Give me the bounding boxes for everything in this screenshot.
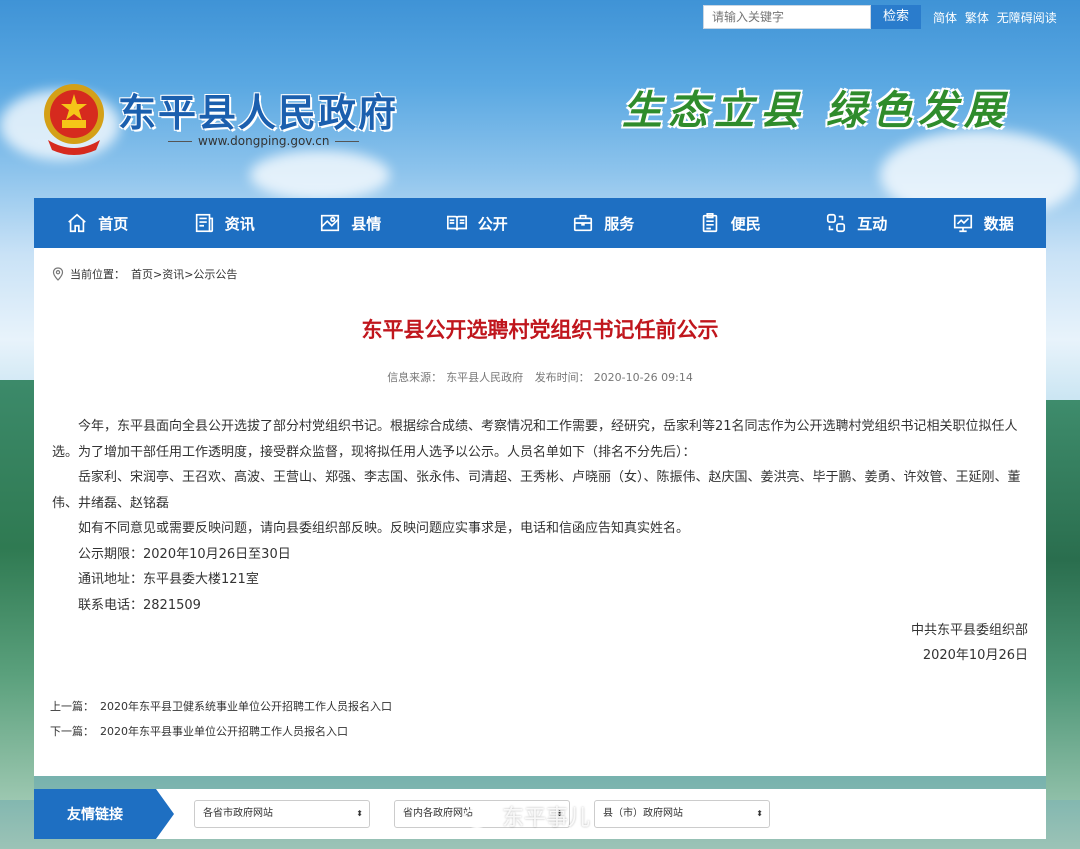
map-icon — [321, 214, 340, 232]
article-paragraph: 通讯地址：东平县委大楼121室 — [78, 572, 259, 587]
slogan: 生态立县 绿色发展 — [622, 87, 1010, 134]
province-sites-select[interactable]: 各省市政府网站 ⬍ — [194, 800, 370, 828]
nav-label: 数据 — [983, 214, 1014, 233]
sign-date: 2020年10月26日 — [922, 648, 1028, 663]
briefcase-icon — [574, 214, 593, 232]
breadcrumb-path[interactable]: 首页>资讯>公示公告 — [131, 266, 237, 282]
article-paragraph: 如有不同意见或需要反映问题，请向县委组织部反映。反映问题应实事求是，电话和信函应… — [78, 521, 690, 536]
nav-item-public[interactable]: 公开 — [414, 198, 541, 248]
site-title[interactable]: 东平县人民政府 — [118, 82, 398, 137]
county-sites-select[interactable]: 县（市）政府网站 ⬍ — [594, 800, 770, 828]
nav-label: 互动 — [857, 214, 888, 233]
nav-item-convenience[interactable]: 便民 — [667, 198, 794, 248]
nav-label: 服务 — [604, 214, 635, 233]
prev-label: 上一篇： — [50, 700, 94, 713]
select-value: 县（市）政府网站 — [603, 808, 683, 819]
article-signature: 中共东平县委组织部 2020年10月26日 — [911, 618, 1028, 668]
select-arrow-icon: ⬍ — [356, 809, 363, 818]
book-icon — [446, 215, 467, 231]
content-panel: 当前位置： 首页>资讯>公示公告 东平县公开选聘村党组织书记任前公示 信息来源：… — [34, 248, 1046, 776]
monitor-icon — [953, 214, 972, 233]
nav-label: 首页 — [98, 214, 129, 233]
breadcrumb: 当前位置： 首页>资讯>公示公告 — [52, 266, 237, 282]
accessibility-link[interactable]: 无障碍阅读 — [997, 11, 1057, 25]
article-paragraph: 公示期限：2020年10月26日至30日 — [78, 546, 291, 562]
nav-item-home[interactable]: 首页 — [34, 198, 161, 248]
article-paragraph: 岳家利、宋润亭、王召欢、高波、王营山、郑强、李志国、张永伟、司清超、王秀彬、卢晓… — [52, 470, 1021, 511]
time-value: 2020-10-26 09:14 — [593, 371, 693, 384]
nav-item-news[interactable]: 资讯 — [161, 198, 288, 248]
home-icon — [68, 213, 87, 233]
search-input[interactable] — [703, 5, 871, 29]
next-article: 下一篇： 2020年东平县事业单位公开招聘工作人员报名入口 — [50, 719, 392, 744]
nav-label: 便民 — [730, 214, 761, 233]
simplified-link[interactable]: 简体 — [933, 11, 957, 25]
traditional-link[interactable]: 繁体 — [965, 11, 989, 25]
main-nav: 首页 资讯 县情 公开 服务 便民 互动 数据 — [34, 198, 1046, 248]
national-emblem-icon — [44, 84, 104, 155]
friend-links-label: 友情链接 — [67, 807, 123, 823]
signer: 中共东平县委组织部 — [910, 623, 1028, 638]
landscape-decoration — [1046, 400, 1080, 800]
select-arrow-icon: ⬍ — [756, 809, 763, 818]
article-meta: 信息来源： 东平县人民政府 发布时间： 2020-10-26 09:14 — [34, 369, 1046, 385]
prev-article-link[interactable]: 2020年东平县卫健系统事业单位公开招聘工作人员报名入口 — [100, 700, 392, 713]
landscape-decoration — [0, 380, 34, 800]
top-bar: 检索 简体 繁体 无障碍阅读 — [0, 0, 1080, 34]
weibo-watermark: 东平事儿 — [462, 800, 590, 832]
weibo-icon — [463, 805, 494, 828]
nav-label: 资讯 — [224, 214, 255, 233]
source-label: 信息来源： — [387, 371, 443, 384]
nav-label: 公开 — [477, 214, 508, 233]
nav-label: 县情 — [351, 214, 382, 233]
time-label: 发布时间： — [534, 371, 590, 384]
select-value: 各省市政府网站 — [203, 808, 273, 819]
prev-next-links: 上一篇： 2020年东平县卫健系统事业单位公开招聘工作人员报名入口 下一篇： 202… — [50, 694, 392, 744]
nav-item-interaction[interactable]: 互动 — [793, 198, 920, 248]
search-button[interactable]: 检索 — [871, 5, 921, 29]
site-url: www.dongping.gov.cn — [162, 134, 365, 148]
clipboard-icon — [702, 213, 717, 233]
nav-item-county[interactable]: 县情 — [287, 198, 414, 248]
news-icon — [195, 213, 213, 233]
article-body: 今年，东平县面向全县公开选拔了部分村党组织书记。根据综合成绩、考察情况和工作需要… — [52, 414, 1028, 618]
article-title: 东平县公开选聘村党组织书记任前公示 — [361, 318, 719, 342]
article-paragraph: 今年，东平县面向全县公开选拔了部分村党组织书记。根据综合成绩、考察情况和工作需要… — [52, 419, 1018, 460]
article-paragraph: 联系电话：2821509 — [78, 597, 201, 613]
next-article-link[interactable]: 2020年东平县事业单位公开招聘工作人员报名入口 — [100, 725, 348, 738]
friend-links-tab: 友情链接 — [34, 789, 174, 839]
source-value: 东平县人民政府 — [446, 371, 524, 384]
interact-icon — [827, 213, 846, 233]
nav-item-data[interactable]: 数据 — [920, 198, 1047, 248]
cloud-decoration — [250, 150, 390, 200]
prev-article: 上一篇： 2020年东平县卫健系统事业单位公开招聘工作人员报名入口 — [50, 694, 392, 719]
watermark-text: 东平事儿 — [502, 806, 591, 831]
next-label: 下一篇： — [50, 725, 94, 738]
breadcrumb-label: 当前位置： — [70, 268, 125, 281]
nav-item-service[interactable]: 服务 — [540, 198, 667, 248]
location-pin-icon — [52, 267, 64, 281]
language-links: 简体 繁体 无障碍阅读 — [933, 9, 1061, 26]
